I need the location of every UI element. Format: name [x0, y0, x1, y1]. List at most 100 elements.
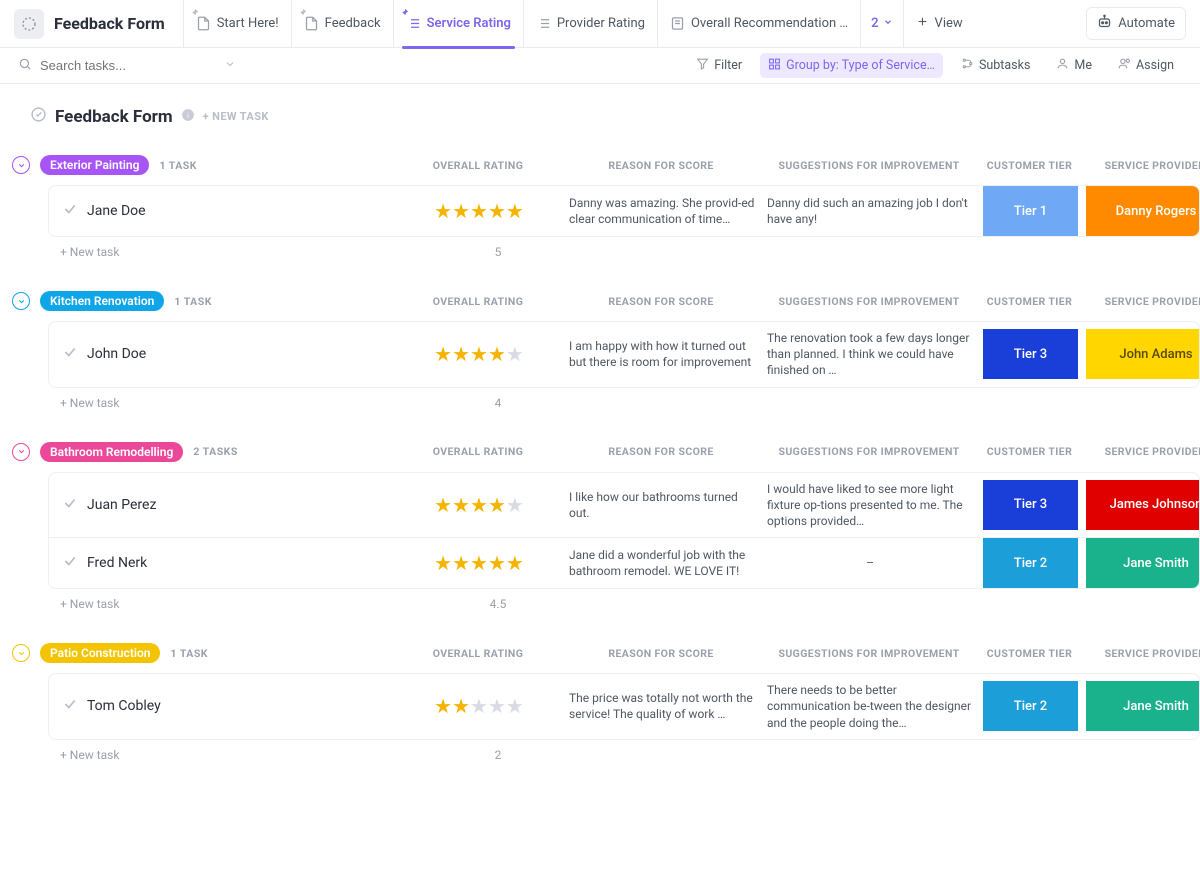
- tab-label: Overall Recommendation …: [691, 16, 848, 31]
- suggestions-text: I would have liked to see more light fix…: [765, 473, 975, 538]
- rating-average: 4: [418, 396, 578, 410]
- filter-button[interactable]: Filter: [688, 53, 750, 78]
- tab-feedback[interactable]: Feedback: [291, 0, 393, 48]
- service-provider-badge[interactable]: Danny Rogers: [1086, 186, 1200, 236]
- collapse-toggle-icon[interactable]: [12, 156, 30, 174]
- me-button[interactable]: Me: [1048, 53, 1100, 78]
- topbar: Feedback Form Start Here! Feedback: [0, 0, 1200, 48]
- col-overall-rating: OVERALL RATING: [398, 445, 558, 458]
- col-provider: SERVICE PROVIDER: [1085, 159, 1200, 172]
- new-task-row[interactable]: + New task: [60, 748, 410, 762]
- service-provider-badge[interactable]: John Adams: [1086, 329, 1200, 379]
- check-icon[interactable]: [63, 554, 77, 572]
- suggestions-text: Danny did such an amazing job I don't ha…: [765, 187, 975, 235]
- rating-average: 5: [418, 245, 578, 259]
- group-footer: + New task 5: [40, 237, 1200, 261]
- service-provider-badge[interactable]: James Johnson: [1086, 480, 1200, 530]
- task-row[interactable]: John Doe★★★★★I am happy with how it turn…: [49, 322, 1199, 387]
- rating-stars[interactable]: ★★★★★: [399, 342, 559, 366]
- search-icon: [18, 57, 32, 75]
- rating-stars[interactable]: ★★★★★: [399, 199, 559, 223]
- tab-start-here[interactable]: Start Here!: [183, 0, 291, 48]
- suggestions-text: The renovation took a few days longer th…: [765, 322, 975, 387]
- rating-average: 2: [418, 748, 578, 762]
- col-suggestions: SUGGESTIONS FOR IMPROVEMENT: [764, 647, 974, 660]
- rating-stars[interactable]: ★★★★★: [399, 493, 559, 517]
- new-task-row[interactable]: + New task: [60, 597, 410, 611]
- add-view-button[interactable]: View: [903, 0, 975, 48]
- task-name: Fred Nerk: [87, 555, 147, 571]
- service-provider-badge[interactable]: Jane Smith: [1086, 681, 1200, 731]
- customer-tier-badge[interactable]: Tier 2: [983, 538, 1078, 588]
- group-chip[interactable]: Exterior Painting: [40, 155, 149, 175]
- collapse-toggle-icon[interactable]: [12, 292, 30, 310]
- new-task-row[interactable]: + New task: [60, 245, 410, 259]
- plus-icon: [916, 15, 929, 32]
- group: Bathroom Remodelling 2 TASKS OVERALL RATIN…: [40, 438, 1200, 614]
- group-by-button[interactable]: Group by: Type of Service…: [760, 53, 943, 78]
- collapse-toggle-icon[interactable]: [12, 443, 30, 461]
- group-count: 1 TASK: [159, 159, 197, 172]
- chevron-down-icon[interactable]: [224, 58, 236, 74]
- task-name: Juan Perez: [87, 497, 156, 513]
- tab-service-rating[interactable]: Service Rating: [393, 0, 523, 48]
- task-row[interactable]: Jane Doe★★★★★Danny was amazing. She prov…: [49, 186, 1199, 236]
- col-tier: CUSTOMER TIER: [982, 159, 1077, 172]
- tab-label: Start Here!: [217, 16, 279, 31]
- subtasks-button[interactable]: Subtasks: [953, 53, 1038, 78]
- group-chip[interactable]: Patio Construction: [40, 643, 160, 663]
- subtasks-icon: [961, 57, 974, 74]
- new-task-button[interactable]: + NEW TASK: [203, 110, 269, 123]
- reason-text: I like how our bathrooms turned out.: [567, 481, 757, 529]
- group: Kitchen Renovation1 TASKOVERALL RATINGRE…: [40, 287, 1200, 412]
- search-input[interactable]: [40, 58, 216, 73]
- user-icon: [1056, 57, 1069, 74]
- check-icon[interactable]: [63, 345, 77, 363]
- pin-icon: [190, 6, 199, 21]
- task-row[interactable]: Fred Nerk★★★★★Jane did a wonderful job w…: [49, 538, 1199, 588]
- content: Feedback Form i + NEW TASK Exterior Pain…: [0, 84, 1200, 764]
- col-overall-rating: OVERALL RATING: [398, 159, 558, 172]
- group-icon: [768, 57, 781, 74]
- page-title: Feedback Form: [54, 14, 165, 33]
- customer-tier-badge[interactable]: Tier 3: [983, 329, 1078, 379]
- pin-icon: [298, 6, 307, 21]
- automate-button[interactable]: Automate: [1086, 7, 1186, 40]
- group-count: 2 TASKS: [193, 445, 237, 458]
- collapse-toggle-icon[interactable]: [12, 644, 30, 662]
- rating-stars[interactable]: ★★★★★: [399, 694, 559, 718]
- check-icon[interactable]: [63, 496, 77, 514]
- assign-button[interactable]: Assign: [1110, 53, 1182, 78]
- status-circle-icon[interactable]: [30, 106, 47, 127]
- new-task-row[interactable]: + New task: [60, 396, 410, 410]
- task-row[interactable]: Tom Cobley★★★★★The price was totally not…: [49, 674, 1199, 739]
- col-tier: CUSTOMER TIER: [982, 295, 1077, 308]
- more-views-count[interactable]: 2: [860, 0, 902, 48]
- task-rows: Juan Perez ★★★★★ I like how our bathrooms …: [48, 472, 1200, 590]
- group-chip[interactable]: Kitchen Renovation: [40, 291, 164, 311]
- suggestions-text: –: [765, 547, 975, 579]
- col-suggestions: SUGGESTIONS FOR IMPROVEMENT: [764, 295, 974, 308]
- tab-overall-recommendation[interactable]: Overall Recommendation …: [657, 0, 860, 48]
- customer-tier-badge[interactable]: Tier 1: [983, 186, 1078, 236]
- check-icon[interactable]: [63, 697, 77, 715]
- group-header: Bathroom Remodelling 2 TASKS OVERALL RATIN…: [40, 438, 1200, 472]
- tab-provider-rating[interactable]: Provider Rating: [523, 0, 657, 48]
- customer-tier-badge[interactable]: Tier 3: [983, 480, 1078, 530]
- group-header: Kitchen Renovation1 TASKOVERALL RATINGRE…: [40, 287, 1200, 321]
- col-reason: REASON FOR SCORE: [566, 159, 756, 172]
- rating-stars[interactable]: ★★★★★: [399, 551, 559, 575]
- group-chip[interactable]: Bathroom Remodelling: [40, 442, 183, 462]
- group-footer: + New task 4: [40, 388, 1200, 412]
- pin-icon: [400, 6, 409, 21]
- customer-tier-badge[interactable]: Tier 2: [983, 681, 1078, 731]
- info-icon[interactable]: i: [181, 108, 195, 126]
- task-row[interactable]: Juan Perez ★★★★★ I like how our bathrooms …: [49, 473, 1199, 539]
- service-provider-badge[interactable]: Jane Smith: [1086, 538, 1200, 588]
- task-name: Jane Doe: [87, 203, 146, 219]
- col-provider: SERVICE PROVIDER: [1085, 445, 1200, 458]
- list-header: Feedback Form i + NEW TASK: [30, 100, 1200, 141]
- col-overall-rating: OVERALL RATING: [398, 647, 558, 660]
- check-icon[interactable]: [63, 202, 77, 220]
- task-rows: Tom Cobley★★★★★The price was totally not…: [48, 673, 1200, 740]
